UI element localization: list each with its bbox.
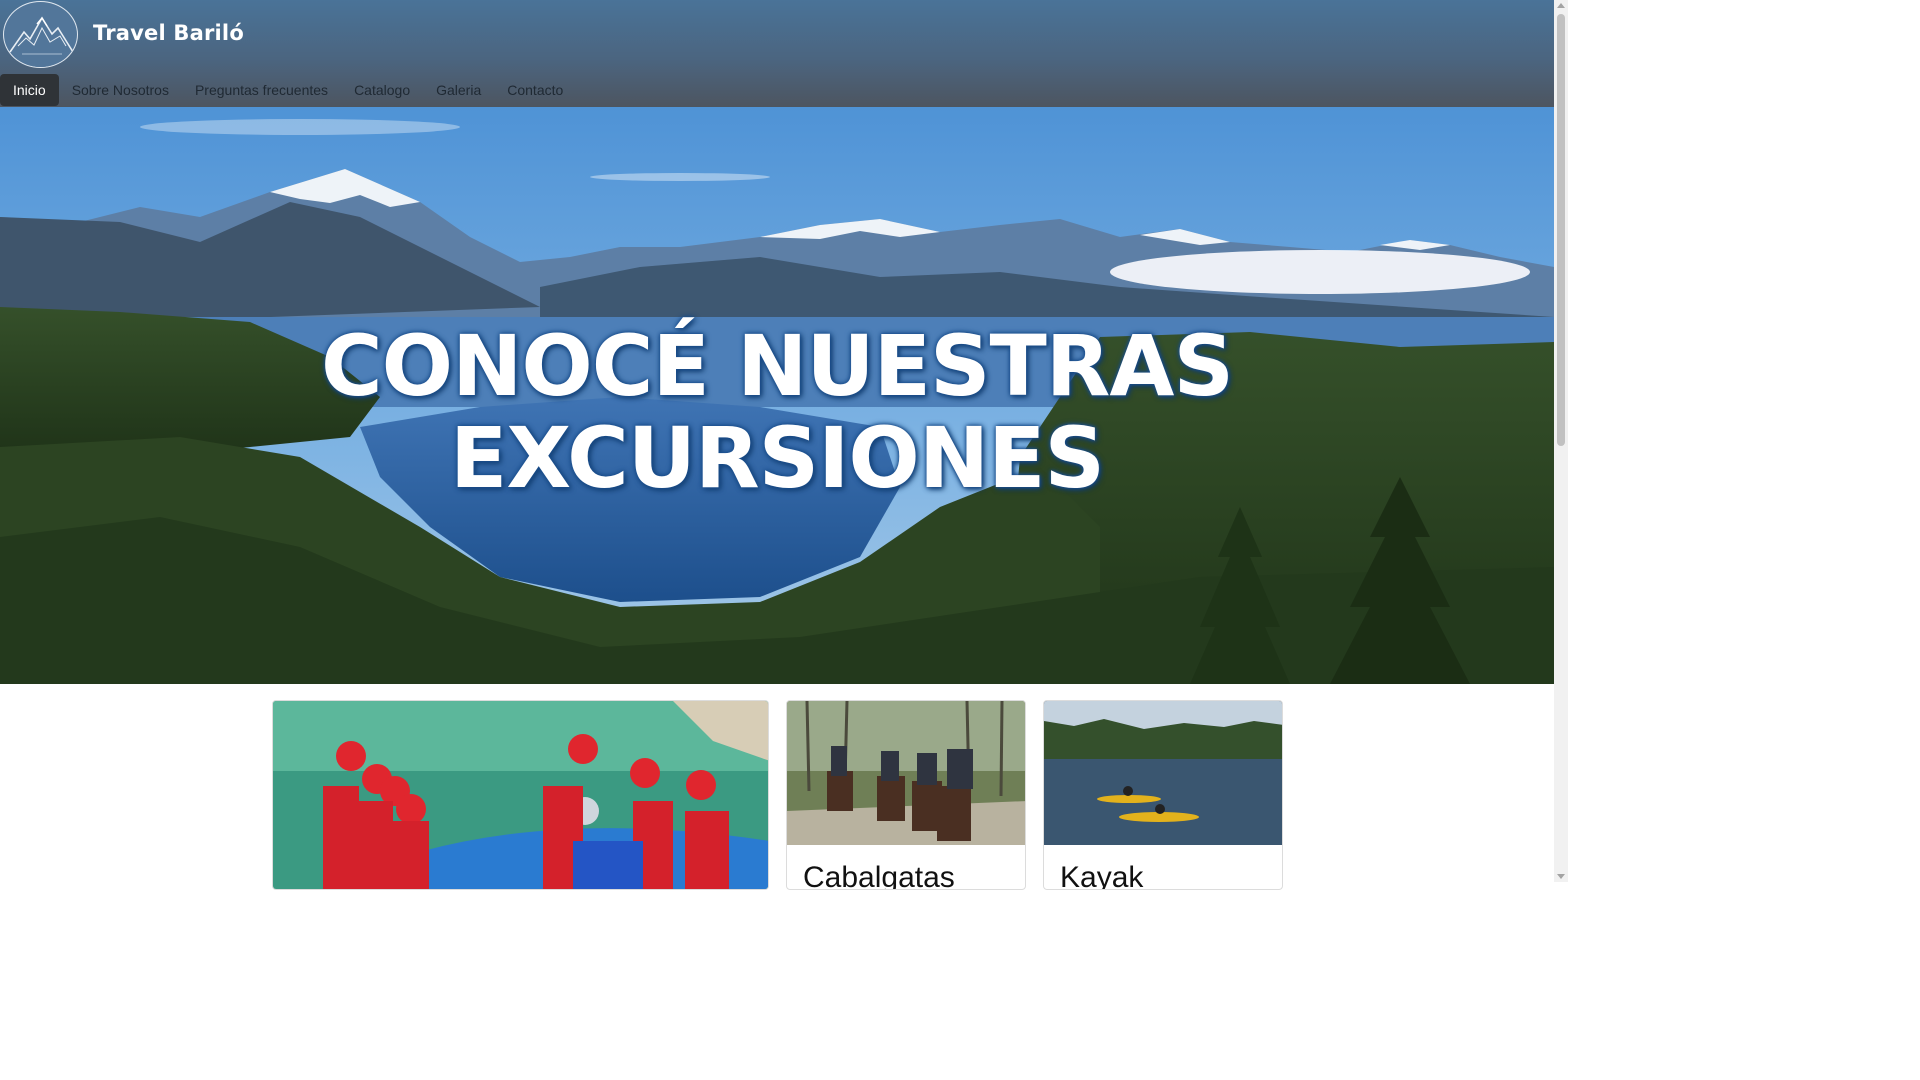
page-scrollbar[interactable] (1554, 0, 1568, 882)
scroll-up-arrow-icon[interactable] (1557, 3, 1565, 8)
mountain-logo-icon[interactable] (3, 1, 78, 68)
nav-item-contacto[interactable]: Contacto (494, 74, 576, 106)
card-kayak[interactable]: Kayak (1043, 700, 1283, 890)
kayak-lake-photo (1044, 701, 1282, 845)
nav-item-inicio[interactable]: Inicio (0, 74, 59, 106)
scroll-down-arrow-icon[interactable] (1557, 874, 1565, 879)
nav-item-sobre-nosotros[interactable]: Sobre Nosotros (59, 74, 182, 106)
nav-item-preguntas-frecuentes[interactable]: Preguntas frecuentes (182, 74, 341, 106)
main-nav: Inicio Sobre Nosotros Preguntas frecuent… (0, 74, 576, 106)
site-header: Travel Bariló Inicio Sobre Nosotros Preg… (0, 0, 1554, 107)
rafting-photo (273, 701, 768, 889)
hero-title: CONOCÉ NUESTRAS EXCURSIONES (0, 320, 1554, 504)
hero-banner: CONOCÉ NUESTRAS EXCURSIONES (0, 107, 1554, 684)
card-rafting[interactable] (272, 700, 769, 890)
scrollbar-thumb[interactable] (1557, 14, 1565, 446)
nav-item-galeria[interactable]: Galeria (423, 74, 494, 106)
card-title-kayak: Kayak (1060, 861, 1144, 890)
card-cabalgatas[interactable]: Cabalgatas (786, 700, 1026, 890)
card-title-cabalgatas: Cabalgatas (803, 861, 955, 890)
brand-name[interactable]: Travel Bariló (93, 21, 244, 45)
hero-title-line-2: EXCURSIONES (449, 409, 1105, 507)
hero-title-line-1: CONOCÉ NUESTRAS (321, 317, 1234, 415)
horseback-riding-photo (787, 701, 1025, 845)
nav-item-catalogo[interactable]: Catalogo (341, 74, 423, 106)
